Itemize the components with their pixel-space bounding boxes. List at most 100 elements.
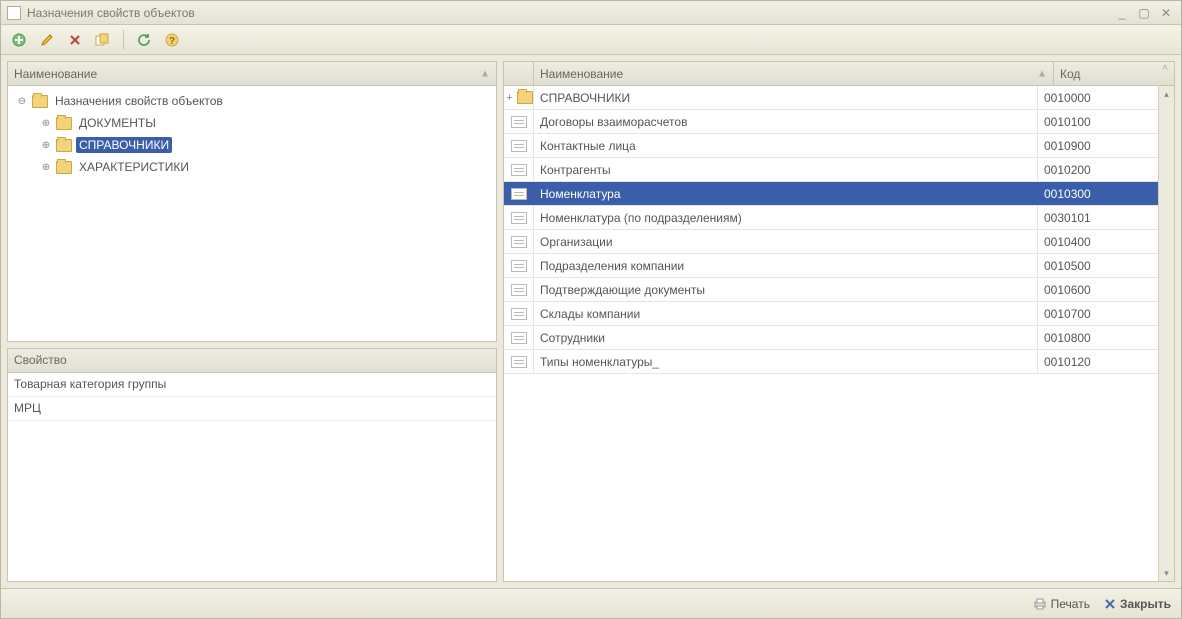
delete-button[interactable] — [63, 29, 87, 51]
folder-icon — [32, 95, 48, 108]
row-name: Типы номенклатуры_ — [534, 350, 1038, 373]
table-row[interactable]: Номенклатура0010300 — [504, 182, 1158, 206]
tree-item[interactable]: ⊕ ДОКУМЕНТЫ — [12, 112, 492, 134]
sort-asc-icon: ▲ — [480, 68, 490, 79]
table-row[interactable]: Подразделения компании0010500 — [504, 254, 1158, 278]
table-header-code[interactable]: Код ˄ — [1054, 62, 1174, 85]
table-row[interactable]: Склады компании0010700 — [504, 302, 1158, 326]
row-icon-cell — [504, 230, 534, 253]
table-row[interactable]: Договоры взаиморасчетов0010100 — [504, 110, 1158, 134]
row-name: Контактные лица — [534, 134, 1038, 157]
tree-header: Наименование ▲ — [8, 62, 496, 86]
property-row[interactable]: МРЦ — [8, 397, 496, 421]
tree-item-label: ДОКУМЕНТЫ — [76, 115, 159, 131]
row-icon-cell — [504, 302, 534, 325]
row-code: 0010700 — [1038, 302, 1158, 325]
table-row[interactable]: +СПРАВОЧНИКИ0010000 — [504, 86, 1158, 110]
item-icon — [511, 356, 527, 368]
row-icon-cell — [504, 326, 534, 349]
row-code: 0010500 — [1038, 254, 1158, 277]
row-name: Организации — [534, 230, 1038, 253]
row-icon-cell — [504, 206, 534, 229]
table-row[interactable]: Контрагенты0010200 — [504, 158, 1158, 182]
help-button[interactable]: ? — [160, 29, 184, 51]
props-header-label: Свойство — [14, 353, 67, 367]
props-header-name[interactable]: Свойство — [8, 349, 496, 372]
item-icon — [511, 260, 527, 272]
row-name: Контрагенты — [534, 158, 1038, 181]
item-icon — [511, 188, 527, 200]
refresh-button[interactable] — [132, 29, 156, 51]
plus-icon — [12, 33, 26, 47]
props-body[interactable]: Товарная категория группы МРЦ — [8, 373, 496, 581]
row-code: 0010200 — [1038, 158, 1158, 181]
folder-icon — [56, 139, 72, 152]
table-row[interactable]: Подтверждающие документы0010600 — [504, 278, 1158, 302]
tree-body[interactable]: ⊖ Назначения свойств объектов ⊕ ДОКУМЕНТЫ… — [8, 86, 496, 341]
close-label: Закрыть — [1120, 597, 1171, 611]
minimize-button[interactable]: _ — [1113, 5, 1131, 21]
row-name: Подтверждающие документы — [534, 278, 1038, 301]
copy-button[interactable] — [91, 29, 115, 51]
sort-indicator-icon: ˄ — [1162, 63, 1168, 74]
sort-asc-icon: ▲ — [1037, 68, 1047, 79]
property-label: Товарная категория группы — [14, 377, 166, 391]
scroll-up-icon[interactable]: ▴ — [1159, 86, 1174, 102]
table-row[interactable]: Организации0010400 — [504, 230, 1158, 254]
properties-panel: Свойство Товарная категория группы МРЦ — [7, 348, 497, 582]
table-row[interactable]: Контактные лица0010900 — [504, 134, 1158, 158]
expander-icon[interactable]: ⊕ — [40, 162, 52, 173]
row-icon-cell — [504, 134, 534, 157]
table-row[interactable]: Номенклатура (по подразделениям)0030101 — [504, 206, 1158, 230]
close-icon — [1104, 598, 1116, 610]
row-code: 0010400 — [1038, 230, 1158, 253]
content: Наименование ▲ ⊖ Назначения свойств объе… — [1, 55, 1181, 588]
tree-root[interactable]: ⊖ Назначения свойств объектов — [12, 90, 492, 112]
table-row[interactable]: Сотрудники0010800 — [504, 326, 1158, 350]
tree-item[interactable]: ⊕СПРАВОЧНИКИ — [12, 134, 492, 156]
window-title: Назначения свойств объектов — [27, 6, 1109, 20]
props-header: Свойство — [8, 349, 496, 373]
row-name: СПРАВОЧНИКИ — [534, 86, 1038, 109]
refresh-icon — [137, 33, 151, 47]
svg-text:?: ? — [169, 36, 175, 47]
property-label: МРЦ — [14, 401, 41, 415]
row-code: 0010800 — [1038, 326, 1158, 349]
help-icon: ? — [165, 33, 179, 47]
table-header-name[interactable]: Наименование ▲ — [534, 62, 1054, 85]
edit-button[interactable] — [35, 29, 59, 51]
expander-icon[interactable]: ⊕ — [40, 140, 52, 151]
table-row[interactable]: Типы номенклатуры_0010120 — [504, 350, 1158, 374]
item-icon — [511, 332, 527, 344]
close-window-button[interactable]: ✕ — [1157, 5, 1175, 21]
row-icon-cell — [504, 110, 534, 133]
expander-icon[interactable]: ⊕ — [40, 118, 52, 129]
row-name: Подразделения компании — [534, 254, 1038, 277]
row-code: 0010900 — [1038, 134, 1158, 157]
app-icon — [7, 6, 21, 20]
maximize-button[interactable]: ▢ — [1135, 5, 1153, 21]
close-button[interactable]: Закрыть — [1104, 597, 1171, 611]
copy-icon — [95, 33, 111, 47]
pencil-icon — [40, 33, 54, 47]
tree-header-name-label: Наименование — [14, 67, 97, 81]
table-body[interactable]: +СПРАВОЧНИКИ0010000Договоры взаиморасчет… — [504, 86, 1158, 581]
property-row[interactable]: Товарная категория группы — [8, 373, 496, 397]
tree-item[interactable]: ⊕ХАРАКТЕРИСТИКИ — [12, 156, 492, 178]
vertical-scrollbar[interactable]: ▴ ▾ — [1158, 86, 1174, 581]
row-name: Номенклатура (по подразделениям) — [534, 206, 1038, 229]
row-code: 0030101 — [1038, 206, 1158, 229]
scroll-down-icon[interactable]: ▾ — [1159, 565, 1174, 581]
expander-icon[interactable]: ⊖ — [16, 96, 28, 107]
tree-root-label: Назначения свойств объектов — [52, 93, 226, 109]
tree-header-name[interactable]: Наименование ▲ — [8, 62, 496, 85]
add-button[interactable] — [7, 29, 31, 51]
left-pane: Наименование ▲ ⊖ Назначения свойств объе… — [7, 61, 497, 582]
row-icon-cell — [504, 182, 534, 205]
toolbar-separator — [123, 30, 124, 50]
item-icon — [511, 116, 527, 128]
row-code: 0010120 — [1038, 350, 1158, 373]
table-header-name-label: Наименование — [540, 67, 623, 81]
print-button[interactable]: Печать — [1033, 597, 1090, 611]
table-wrap: +СПРАВОЧНИКИ0010000Договоры взаиморасчет… — [504, 86, 1174, 581]
